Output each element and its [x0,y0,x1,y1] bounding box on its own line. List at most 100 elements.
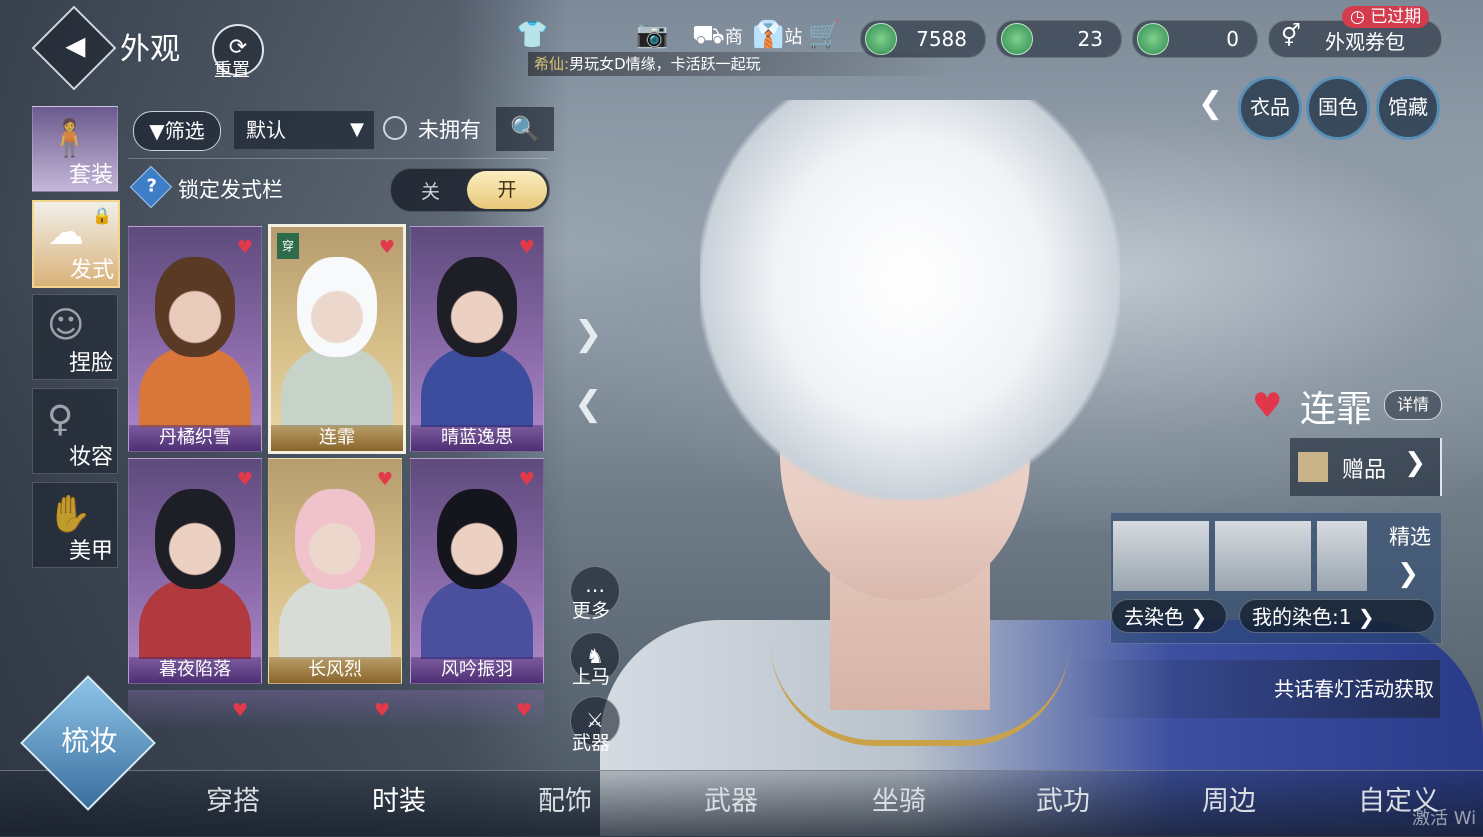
chevron-right-icon[interactable]: ❯ [1397,559,1419,589]
more-label: 更多 [572,600,611,622]
hand-icon: ✋ [47,494,92,535]
heart-icon[interactable]: ♥ [237,469,253,490]
heart-icon[interactable]: ♥ [374,700,390,721]
heart-icon[interactable]: ♥ [232,700,248,721]
help-icon: ? [146,175,157,197]
jade-coin-icon [865,23,897,55]
collapse-left-icon[interactable]: ❮ [574,384,603,424]
gift-button[interactable]: 赠品 ❯ [1290,438,1442,496]
expand-right-icon[interactable]: ❯ [574,314,603,354]
filter-icon: ▼ [149,119,165,143]
detail-button[interactable]: 详情 [1384,390,1442,420]
card-name: 风吟振羽 [411,657,543,683]
chevron-down-icon: ▼ [350,119,364,140]
hairstyle-card[interactable]: ♥ 风吟振羽 [410,458,544,684]
category-label: 捏脸 [68,351,113,376]
face-icon: ☺ [47,305,85,346]
ticker-name: 希仙: [534,55,570,73]
coupon-icon: ⚥ [1281,24,1301,49]
cart-icon[interactable]: 🛒 [808,20,840,50]
dye-preview-3[interactable] [1317,521,1367,591]
heart-icon[interactable]: ♥ [519,469,535,490]
nav-martial[interactable]: 武功 [1036,779,1090,818]
card-portrait [437,489,517,589]
my-dye-button[interactable]: 我的染色:1 ❯ [1239,599,1435,633]
toggle-off-label: 关 [421,181,441,203]
currency-token[interactable]: 23 [996,20,1122,58]
reset-label: 重置 [214,60,250,81]
item-name: 连霏 [1300,389,1373,430]
sort-dropdown[interactable]: 默认 ▼ [234,111,374,149]
card-portrait-body [139,347,251,427]
hair-icon: ☁ [48,212,84,253]
nav-fashion[interactable]: 时装 [372,779,426,818]
station-label: 站 [784,27,803,48]
filter-label: 筛选 [164,119,205,143]
weapon-label: 武器 [572,732,611,754]
card-portrait [437,257,517,357]
card-portrait [297,257,377,357]
hairstyle-card-selected[interactable]: 穿 ♥ 连霏 [268,224,406,454]
lock-toggle[interactable]: 关 开 [390,168,550,212]
remove-dye-button[interactable]: 去染色 ❯ [1111,599,1227,633]
nav-weapons[interactable]: 武器 [704,779,758,818]
card-name: 丹橘织雪 [129,425,261,451]
nav-mounts[interactable]: 坐骑 [872,779,926,818]
card-name: 晴蓝逸思 [411,425,543,451]
wardrobe-icon[interactable]: 👕 [516,20,548,50]
hairstyle-card[interactable]: ♥ 暮夜陷落 [128,458,262,684]
mount-label: 上马 [572,666,611,688]
shop-label: 商 [724,27,743,48]
coupon-label: 外观券包 [1325,30,1405,54]
collapse-arrow-icon[interactable]: ❮ [1198,86,1223,121]
nav-merch[interactable]: 周边 [1202,779,1256,818]
category-hairstyle[interactable]: ☁ 🔒 发式 [32,200,120,288]
unowned-radio[interactable] [383,116,407,140]
character-hair [700,100,1120,500]
tab-collection[interactable]: 馆藏 [1376,76,1440,140]
chevron-right-icon: ❯ [1357,605,1375,629]
search-button[interactable]: 🔍 [496,107,554,151]
station-button[interactable]: 👔站 [752,20,802,50]
favorite-heart-icon[interactable]: ♥ [1252,386,1282,426]
currency-value: 23 [1077,27,1103,51]
filter-button[interactable]: ▼筛选 [133,111,221,151]
category-outfit[interactable]: 🧍 套装 [32,106,118,192]
hairstyle-card[interactable]: ♥ 晴蓝逸思 [410,226,544,452]
lock-icon: 🔒 [92,206,112,225]
ticker-text: 男玩女D情缘，卡活跃一起玩 [569,55,761,73]
shop-button[interactable]: ⛟商 [692,20,743,54]
gift-thumbnail [1298,452,1328,482]
tab-clothing[interactable]: 衣品 [1238,76,1302,140]
nav-accessories[interactable]: 配饰 [538,779,592,818]
nav-outfit[interactable]: 穿搭 [206,779,260,818]
card-portrait [155,489,235,589]
hairstyle-card[interactable]: ♥ 丹橘织雪 [128,226,262,452]
category-nails[interactable]: ✋ 美甲 [32,482,118,568]
heart-icon[interactable]: ♥ [237,237,253,258]
category-makeup[interactable]: ♀ 妆容 [32,388,118,474]
tab-national-color[interactable]: 国色 [1306,76,1370,140]
heart-icon[interactable]: ♥ [377,469,393,490]
makeup-icon: ♀ [47,399,74,440]
expired-label: 已过期 [1370,7,1422,27]
camera-icon[interactable]: 📷 [636,20,668,50]
hairstyle-card[interactable]: ♥ 长风烈 [268,458,402,684]
card-portrait-body [421,347,533,427]
toggle-on-label: 开 [467,171,547,209]
featured-label[interactable]: 精选 [1389,521,1431,551]
dye-preview-1[interactable] [1113,521,1209,591]
category-face[interactable]: ☺ 捏脸 [32,294,118,380]
currency-value: 7588 [916,27,967,51]
category-label: 套装 [68,163,113,188]
heart-icon[interactable]: ♥ [519,237,535,258]
dye-preview-2[interactable] [1215,521,1311,591]
heart-icon[interactable]: ♥ [516,700,532,721]
page-title: 外观 [120,32,180,67]
divider [128,158,548,159]
category-label: 发式 [69,258,114,283]
bottom-nav: 穿搭 时装 配饰 武器 坐骑 武功 周边 自定义 [0,770,1483,837]
currency-bound[interactable]: 0 [1132,20,1258,58]
heart-icon[interactable]: ♥ [379,237,395,258]
card-portrait [155,257,235,357]
